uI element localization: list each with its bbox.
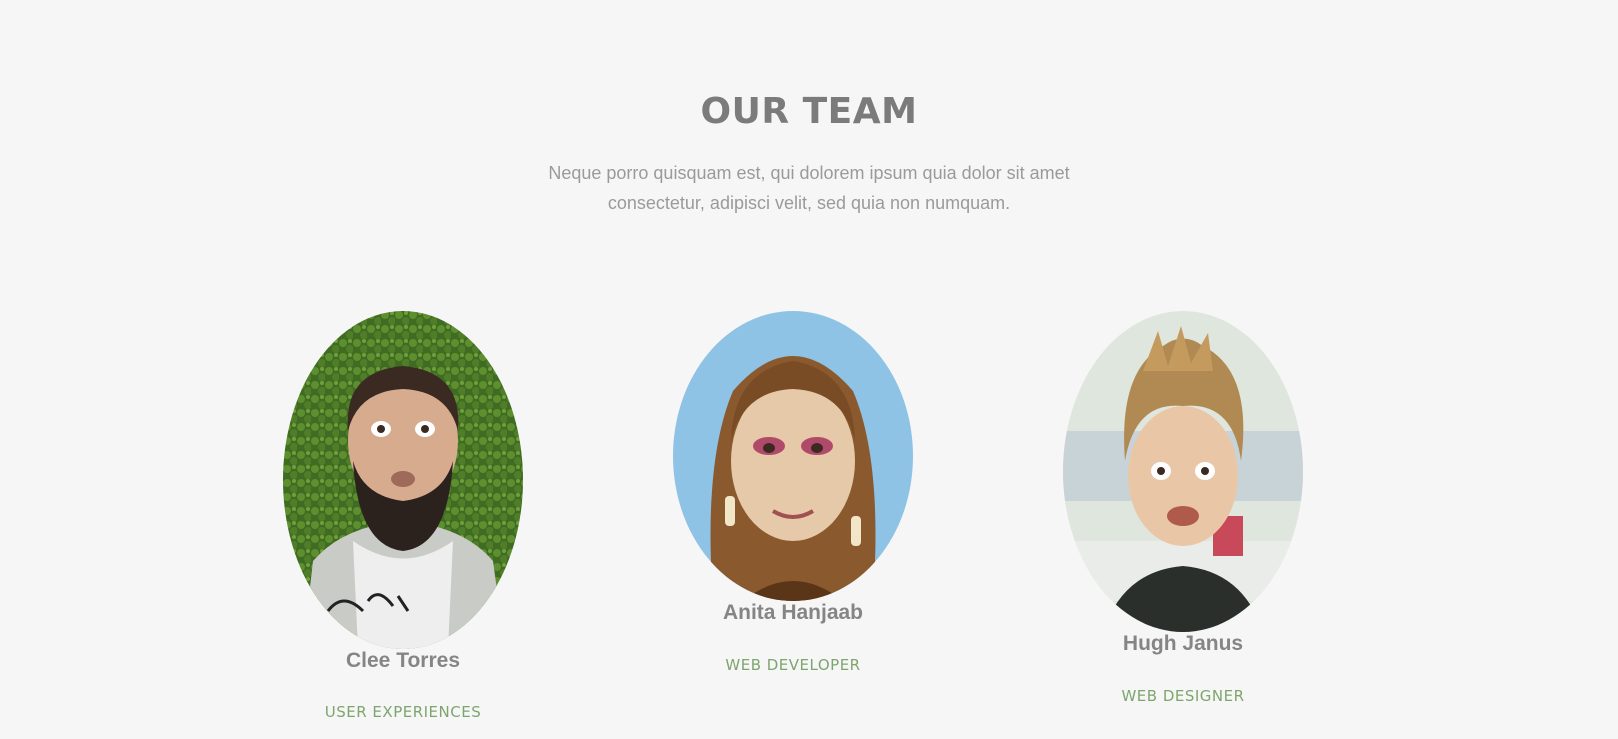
team-member-photo xyxy=(1063,311,1303,632)
team-member-name: Anita Hanjaab xyxy=(722,601,864,624)
team-member-card: Anita Hanjaab WEB DEVELOPER xyxy=(613,0,973,739)
team-member-name: Clee Torres xyxy=(346,649,460,672)
team-member-role: USER EXPERIENCES xyxy=(324,703,482,721)
team-section: OUR TEAM Neque porro quisquam est, qui d… xyxy=(0,0,1618,739)
portrait-illustration xyxy=(1063,311,1303,632)
team-member-photo xyxy=(673,311,913,601)
team-member-role: WEB DEVELOPER xyxy=(725,656,861,674)
team-member-photo xyxy=(283,311,523,649)
team-member-card: Hugh Janus WEB DESIGNER xyxy=(1003,0,1363,739)
portrait-illustration xyxy=(283,311,523,649)
team-member-role: WEB DESIGNER xyxy=(1121,687,1245,705)
team-member-name: Hugh Janus xyxy=(1122,632,1244,655)
portrait-illustration xyxy=(673,311,913,601)
team-member-card: Clee Torres USER EXPERIENCES xyxy=(223,0,583,739)
